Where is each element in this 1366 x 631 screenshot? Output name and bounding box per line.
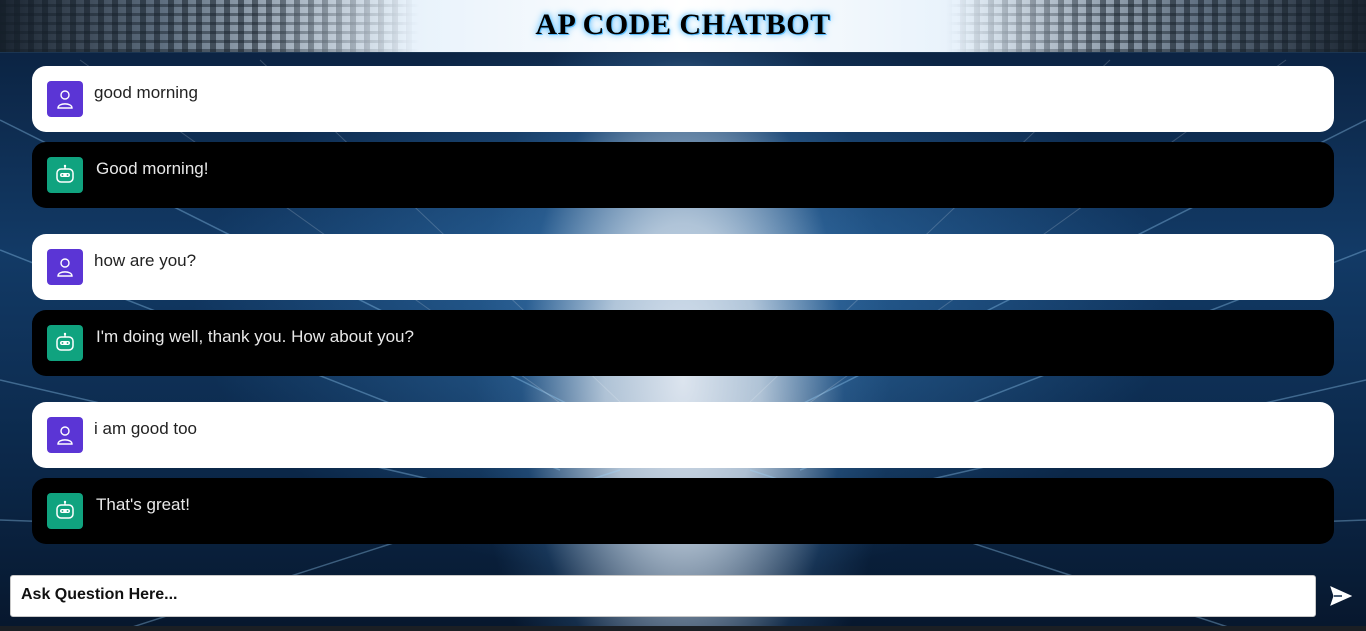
user-message: how are you? — [32, 234, 1334, 300]
composer — [10, 575, 1316, 617]
app-header: AP CODE CHATBOT — [0, 0, 1366, 53]
robot-icon — [56, 164, 74, 183]
send-button[interactable] — [1326, 582, 1356, 610]
user-icon — [57, 258, 73, 277]
robot-icon — [56, 500, 74, 519]
user-icon — [57, 90, 73, 109]
bot-message: That's great! — [32, 478, 1334, 544]
bot-avatar — [47, 493, 83, 529]
bottom-strip — [0, 626, 1366, 631]
robot-icon — [56, 332, 74, 351]
message-text: i am good too — [94, 419, 198, 438]
user-icon — [57, 426, 73, 445]
bot-message: I'm doing well, thank you. How about you… — [32, 310, 1334, 376]
message-text: how are you? — [94, 251, 197, 270]
user-message: i am good too — [32, 402, 1334, 468]
send-icon — [1330, 586, 1352, 606]
user-message: good morning — [32, 66, 1334, 132]
bot-avatar — [47, 325, 83, 361]
question-input[interactable] — [10, 575, 1316, 617]
chat-log: good morning Good morning! how are you? … — [32, 66, 1334, 570]
message-text: That's great! — [96, 495, 190, 514]
user-avatar — [47, 417, 83, 453]
message-text: good morning — [94, 83, 198, 102]
page-title: AP CODE CHATBOT — [535, 8, 831, 41]
message-text: I'm doing well, thank you. How about you… — [96, 327, 414, 346]
user-avatar — [47, 249, 83, 285]
user-avatar — [47, 81, 83, 117]
bot-avatar — [47, 157, 83, 193]
bot-message: Good morning! — [32, 142, 1334, 208]
message-text: Good morning! — [96, 159, 209, 178]
